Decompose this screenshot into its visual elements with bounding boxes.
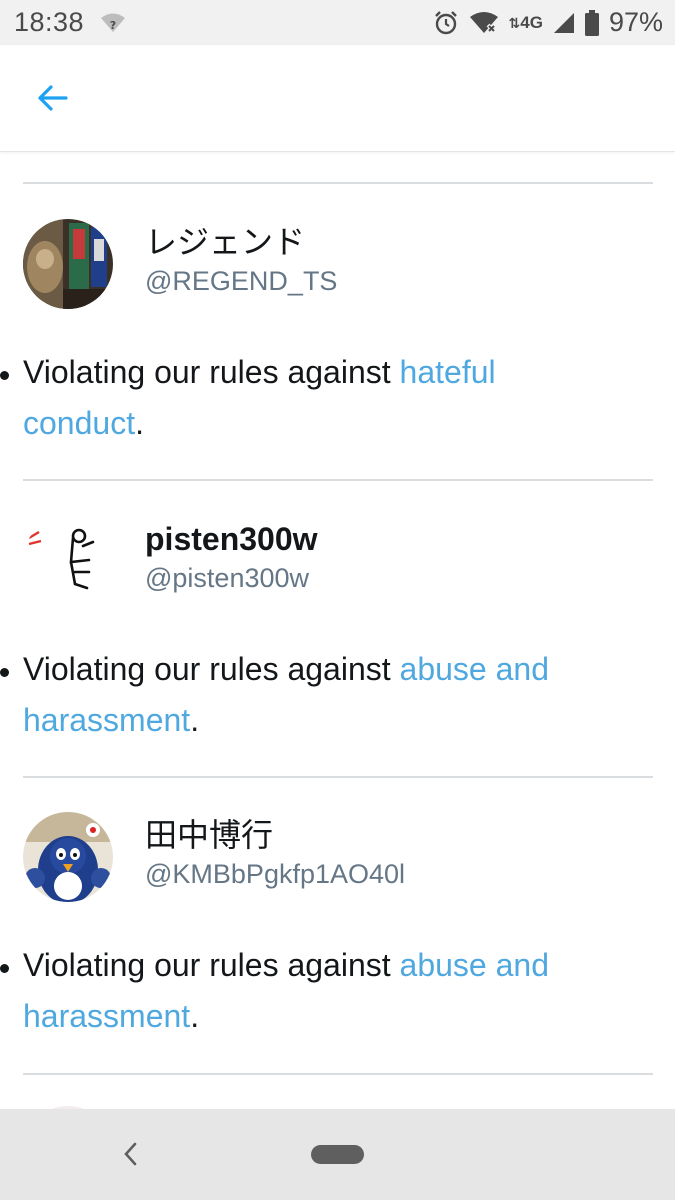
- bullet-icon: [0, 964, 9, 973]
- violation-text: Violating our rules against hateful cond…: [23, 347, 623, 449]
- violation-prefix: Violating our rules against: [23, 651, 400, 687]
- account-item: レジェンド @REGEND_TS Violating our rules aga…: [0, 219, 675, 515]
- user-handle[interactable]: @REGEND_TS: [145, 264, 337, 298]
- divider: [23, 479, 653, 481]
- display-name[interactable]: pisten300w: [145, 519, 318, 559]
- display-name[interactable]: 田中博行: [145, 815, 273, 855]
- user-handle[interactable]: @KMBbPgkfp1AO40l: [145, 857, 405, 891]
- violation-reason: Violating our rules against abuse and ha…: [0, 940, 650, 1042]
- battery-percent: 97%: [608, 7, 663, 37]
- user-handle[interactable]: @pisten300w: [145, 561, 309, 595]
- violation-text: Violating our rules against abuse and ha…: [23, 940, 623, 1042]
- status-time: 18:38: [14, 7, 85, 37]
- wifi-off-icon: [469, 11, 499, 35]
- violation-suffix: .: [190, 998, 200, 1034]
- violation-text: Violating our rules against abuse and ha…: [23, 644, 623, 746]
- wifi-question-icon: ?: [100, 12, 126, 34]
- network-type: ⇅4G: [508, 12, 543, 32]
- arrow-left-icon: [36, 84, 68, 112]
- status-left: 18:38 ?: [14, 7, 126, 38]
- signal-icon: [553, 12, 575, 34]
- avatar[interactable]: [23, 516, 113, 606]
- status-right: ⇅4G 97%: [433, 7, 663, 38]
- back-button[interactable]: [30, 78, 74, 118]
- violation-prefix: Violating our rules against: [23, 947, 400, 983]
- home-pill-icon[interactable]: [311, 1145, 364, 1164]
- violation-reason: Violating our rules against hateful cond…: [0, 347, 650, 449]
- avatar[interactable]: [23, 812, 113, 902]
- battery-icon: [584, 9, 599, 36]
- divider: [23, 1073, 653, 1075]
- alarm-icon: [433, 10, 459, 36]
- bullet-icon: [0, 668, 9, 677]
- divider: [23, 182, 653, 184]
- violation-reason: Violating our rules against abuse and ha…: [0, 644, 650, 746]
- system-nav-bar: [0, 1109, 675, 1200]
- top-app-bar: [0, 45, 675, 152]
- suspended-accounts-list: レジェンド @REGEND_TS Violating our rules aga…: [0, 151, 675, 1109]
- violation-suffix: .: [190, 702, 200, 738]
- chevron-left-icon: [122, 1141, 138, 1167]
- nav-back-button[interactable]: [118, 1139, 142, 1169]
- svg-text:?: ?: [110, 19, 116, 32]
- avatar[interactable]: [23, 219, 113, 309]
- status-bar: 18:38 ? ⇅4G 97%: [0, 0, 675, 45]
- violation-prefix: Violating our rules against: [23, 354, 400, 390]
- account-item: 田中博行 @KMBbPgkfp1AO40l Violating our rule…: [0, 812, 675, 1108]
- divider: [23, 776, 653, 778]
- display-name[interactable]: レジェンド: [145, 222, 305, 262]
- account-item: pisten300w @pisten300w Violating our rul…: [0, 516, 675, 812]
- violation-suffix: .: [135, 405, 144, 441]
- bullet-icon: [0, 371, 9, 380]
